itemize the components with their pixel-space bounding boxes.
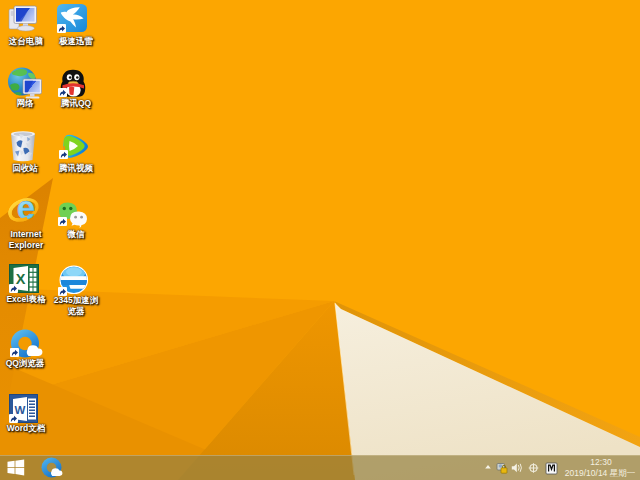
svg-text:W: W	[15, 404, 26, 416]
